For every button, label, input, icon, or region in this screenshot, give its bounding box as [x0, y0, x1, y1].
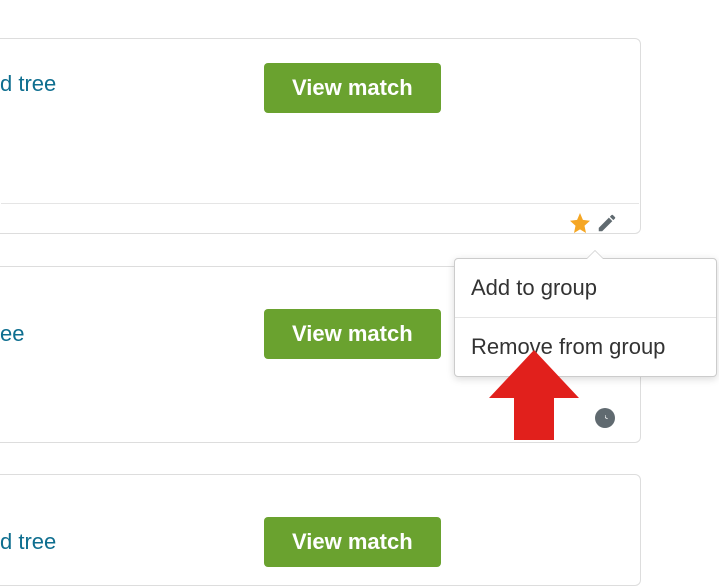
tree-link[interactable]: ee — [0, 321, 24, 347]
card-actions — [568, 211, 618, 235]
page-root: d tree View match ee View match d tree V… — [0, 0, 719, 587]
menu-item-add-to-group[interactable]: Add to group — [455, 259, 716, 317]
menu-item-remove-from-group[interactable]: Remove from group — [455, 317, 716, 376]
view-match-button[interactable]: View match — [264, 309, 441, 359]
match-card: d tree View match — [0, 474, 641, 586]
tree-link[interactable]: d tree — [0, 529, 56, 555]
tree-link[interactable]: d tree — [0, 71, 56, 97]
view-match-button[interactable]: View match — [264, 63, 441, 113]
star-icon[interactable] — [568, 211, 592, 235]
match-card: d tree View match — [0, 38, 641, 234]
pencil-icon[interactable] — [596, 212, 618, 234]
view-match-button[interactable]: View match — [264, 517, 441, 567]
card-divider — [1, 203, 639, 204]
clock-icon[interactable] — [595, 408, 615, 428]
group-dropdown: Add to group Remove from group — [454, 258, 717, 377]
